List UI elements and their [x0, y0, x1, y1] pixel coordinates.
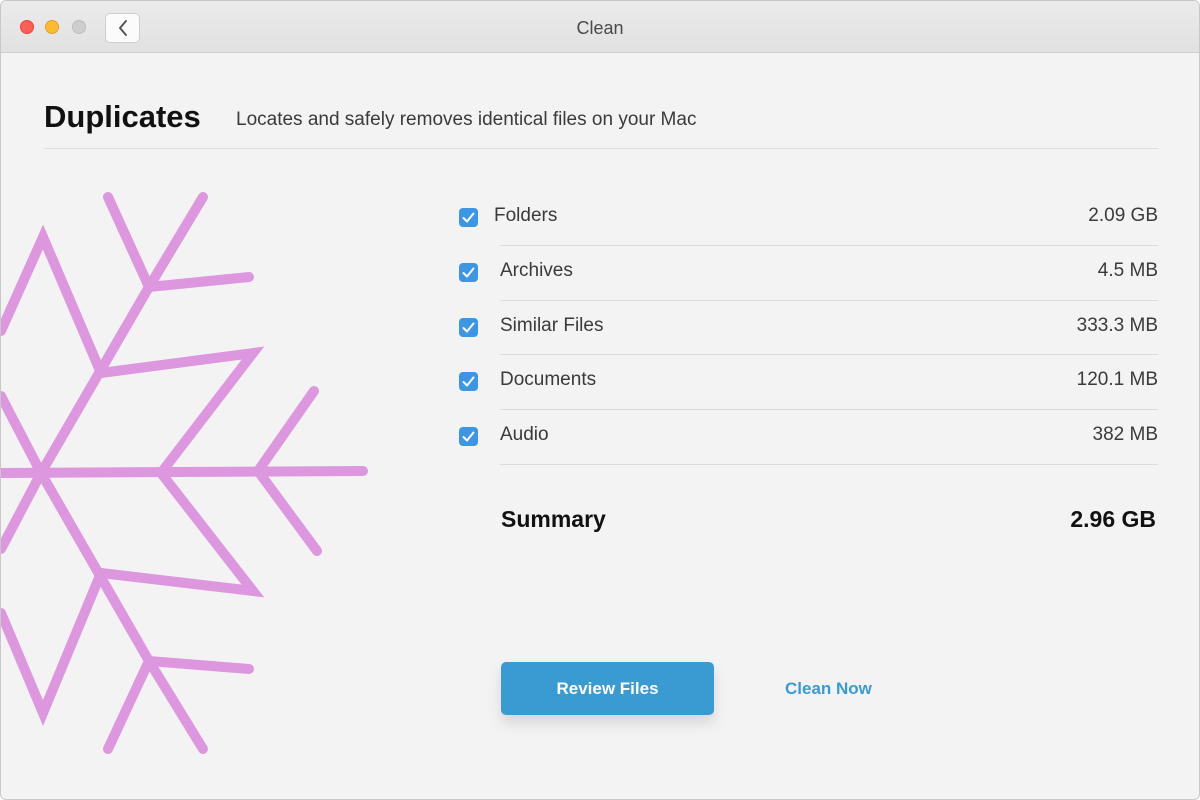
list-item[interactable]: Archives 4.5 MB [459, 252, 1159, 292]
row-divider [500, 464, 1158, 465]
checkbox[interactable] [459, 208, 478, 227]
category-size: 2.09 GB [1088, 205, 1158, 226]
review-files-button[interactable]: Review Files [501, 662, 714, 715]
row-divider [500, 354, 1158, 355]
category-size: 382 MB [1092, 424, 1158, 445]
title-bar: Clean [1, 1, 1199, 53]
header-divider [44, 148, 1158, 149]
summary-label: Summary [501, 506, 606, 532]
category-size: 333.3 MB [1076, 315, 1158, 336]
checkmark-icon [462, 322, 475, 333]
category-label: Archives [500, 260, 573, 281]
category-label: Similar Files [500, 315, 604, 336]
snowflake-icon [1, 192, 368, 754]
page-title: Duplicates [44, 99, 201, 134]
category-label: Documents [500, 369, 597, 390]
checkmark-icon [462, 267, 475, 278]
checkbox[interactable] [459, 427, 478, 446]
checkbox[interactable] [459, 263, 478, 282]
row-divider [500, 245, 1158, 246]
back-button[interactable] [105, 13, 140, 43]
clean-now-link[interactable]: Clean Now [785, 679, 872, 699]
list-item[interactable]: Similar Files 333.3 MB [459, 307, 1159, 347]
list-item[interactable]: Documents 120.1 MB [459, 361, 1159, 401]
page-subtitle: Locates and safely removes identical fil… [236, 109, 697, 130]
checkbox[interactable] [459, 318, 478, 337]
category-label: Folders [494, 205, 558, 226]
list-item[interactable]: Folders 2.09 GB [459, 197, 1159, 237]
category-label: Audio [500, 424, 549, 445]
checkmark-icon [462, 431, 475, 442]
list-item[interactable]: Audio 382 MB [459, 416, 1159, 456]
checkmark-icon [462, 376, 475, 387]
summary-value: 2.96 GB [1070, 506, 1156, 532]
row-divider [500, 409, 1158, 410]
category-size: 4.5 MB [1097, 260, 1158, 281]
chevron-left-icon [118, 20, 127, 36]
app-window: Clean Duplicates Locates and safely remo… [0, 0, 1200, 800]
window-title: Clean [576, 18, 624, 38]
checkmark-icon [462, 212, 475, 223]
category-size: 120.1 MB [1076, 369, 1158, 390]
checkbox[interactable] [459, 372, 478, 391]
row-divider [500, 300, 1158, 301]
